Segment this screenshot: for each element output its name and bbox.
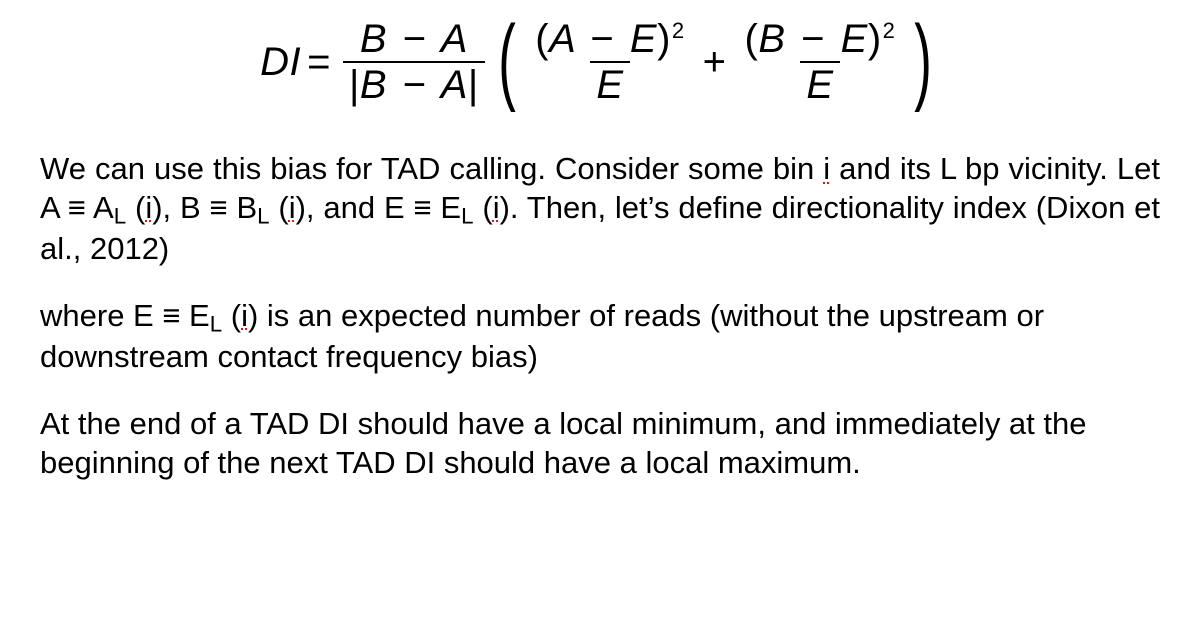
paragraph-minmax: At the end of a TAD DI should have a loc… — [40, 405, 1160, 483]
close-paren: ) — [915, 12, 933, 108]
sign-fraction: B − A |B − A| — [343, 17, 485, 107]
document-page: DI = B − A |B − A| ( (A − E)2 E + — [0, 0, 1200, 531]
term-b: (B − E)2 E — [739, 17, 902, 107]
paragraph-definition: We can use this bias for TAD calling. Co… — [40, 150, 1160, 269]
equals-sign: = — [307, 42, 331, 82]
spellcheck-underline: i — [241, 298, 248, 333]
di-formula: DI = B − A |B − A| ( (A − E)2 E + — [40, 14, 1160, 110]
paragraph-expected: where E ≡ EL (i) is an expected number o… — [40, 297, 1160, 377]
formula-lhs: DI — [260, 42, 301, 82]
spellcheck-underline: i — [493, 190, 500, 225]
spellcheck-underline: i — [289, 190, 296, 225]
term-a: (A − E)2 E — [529, 17, 690, 107]
plus-sign: + — [703, 42, 727, 82]
open-paren: ( — [498, 12, 516, 108]
